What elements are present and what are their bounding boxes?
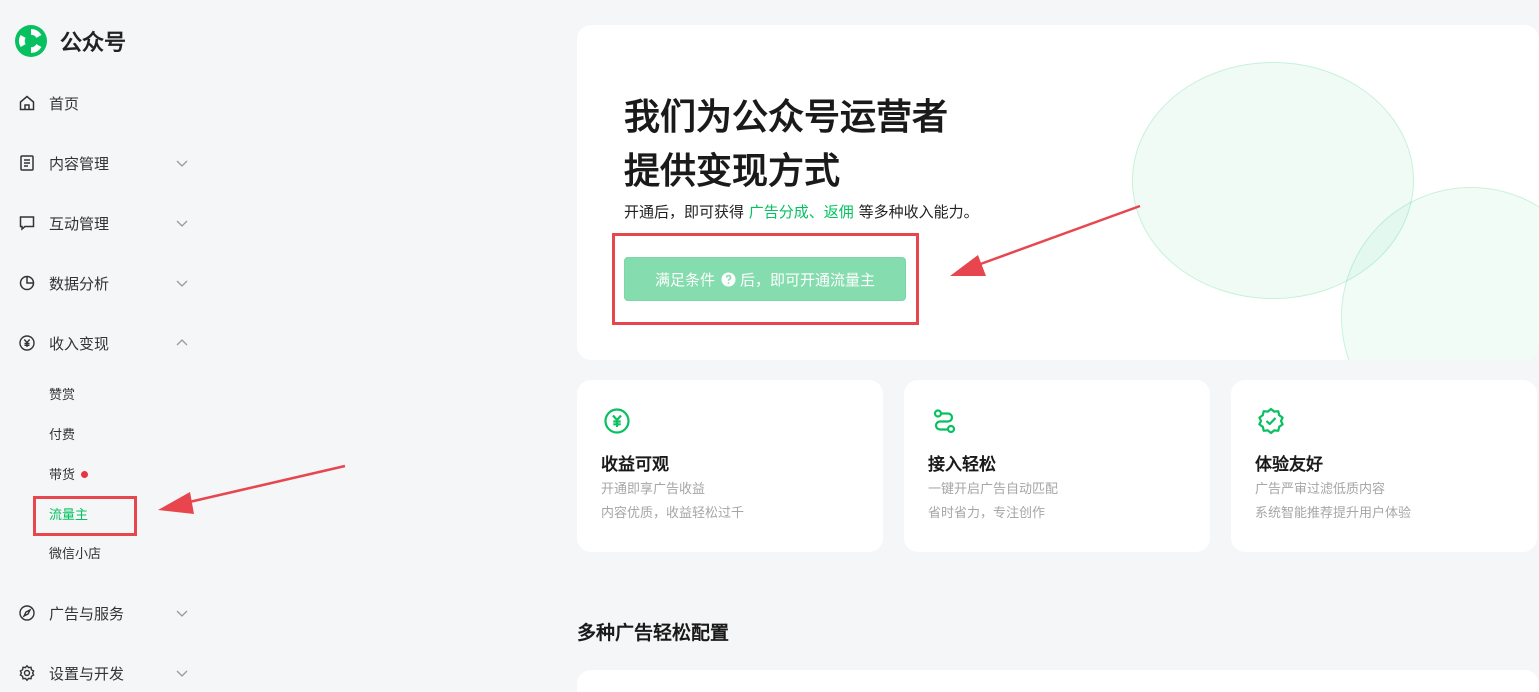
hero-description: 开通后，即可获得 广告分成、返佣 等多种收入能力。 xyxy=(624,201,979,222)
document-icon xyxy=(20,155,34,171)
feature-desc: 内容优质，收益轻松过千 xyxy=(601,506,745,521)
enable-traffic-host-button[interactable]: 满足条件 后，即可开通流量主 xyxy=(624,257,906,301)
hero-card: 我们为公众号运营者 提供变现方式 开通后，即可获得 广告分成、返佣 等多种收入能… xyxy=(577,25,1539,360)
hero-desc-highlight[interactable]: 广告分成、返佣 xyxy=(749,203,854,221)
yuan-circle-icon xyxy=(604,408,630,434)
chevron-down-icon xyxy=(176,280,188,287)
sidebar-item-label: 广告与服务 xyxy=(49,604,125,623)
feature-desc: 广告严审过滤低质内容 xyxy=(1255,482,1386,497)
chevron-down-icon xyxy=(176,220,188,227)
button-label-suffix: 后，即可开通流量主 xyxy=(740,270,876,289)
sidebar-subitem-shop[interactable]: 微信小店 xyxy=(49,545,101,565)
home-icon xyxy=(19,95,35,111)
sidebar-item-label: 设置与开发 xyxy=(49,664,125,683)
sidebar-item-analytics[interactable]: 数据分析 xyxy=(18,269,190,297)
feature-desc: 系统智能推荐提升用户体验 xyxy=(1255,506,1412,521)
sidebar-subitem-sales[interactable]: 带货 xyxy=(49,466,89,486)
ad-config-card xyxy=(577,670,1539,692)
feature-desc: 一键开启广告自动匹配 xyxy=(928,482,1059,497)
chevron-down-icon xyxy=(176,670,188,677)
sidebar-item-ads-services[interactable]: 广告与服务 xyxy=(18,599,190,627)
sidebar: 公众号 首页 内容管理 互动管理 数据分析 收入变现 赞赏 付费 带货 流量主 … xyxy=(0,0,220,692)
feature-card-easy-access: 接入轻松 一键开启广告自动匹配 省时省力，专注创作 xyxy=(904,380,1210,552)
brand[interactable]: 公众号 xyxy=(14,24,126,58)
hero-title-line: 提供变现方式 xyxy=(624,151,841,192)
feature-card-friendly: 体验友好 广告严审过滤低质内容 系统智能推荐提升用户体验 xyxy=(1231,380,1537,552)
sidebar-item-label: 数据分析 xyxy=(49,274,110,293)
sidebar-item-settings[interactable]: 设置与开发 xyxy=(18,659,190,687)
sidebar-item-label: 首页 xyxy=(49,94,80,113)
sidebar-subitem-label: 带货 xyxy=(49,468,76,483)
sidebar-item-monetization[interactable]: 收入变现 xyxy=(18,329,190,357)
question-circle-icon[interactable] xyxy=(721,272,736,287)
feature-card-revenue: 收益可观 开通即享广告收益 内容优质，收益轻松过千 xyxy=(577,380,883,552)
sidebar-subitem-label: 付费 xyxy=(49,428,76,443)
feature-desc: 开通即享广告收益 xyxy=(601,482,706,497)
chevron-down-icon xyxy=(176,610,188,617)
verified-badge-icon xyxy=(1258,407,1284,435)
sidebar-item-interaction[interactable]: 互动管理 xyxy=(18,209,190,237)
compass-icon xyxy=(19,605,35,621)
section-title: 多种广告轻松配置 xyxy=(577,622,730,644)
button-label-prefix: 满足条件 xyxy=(654,270,715,289)
hero-desc-prefix: 开通后，即可获得 xyxy=(624,203,745,221)
chevron-up-icon xyxy=(176,339,188,346)
wechat-mp-logo-icon xyxy=(15,25,47,57)
hero-desc-suffix: 等多种收入能力。 xyxy=(858,203,979,221)
brand-name: 公众号 xyxy=(60,31,127,56)
yuan-circle-icon xyxy=(19,335,35,351)
sidebar-subitem-paid[interactable]: 付费 xyxy=(49,426,75,446)
sidebar-item-label: 收入变现 xyxy=(49,334,110,353)
hero-title-line: 我们为公众号运营者 xyxy=(624,97,949,138)
sidebar-item-label: 互动管理 xyxy=(49,214,110,233)
gear-icon xyxy=(19,664,35,682)
sidebar-item-content[interactable]: 内容管理 xyxy=(18,149,190,177)
chevron-down-icon xyxy=(176,160,188,167)
sidebar-subitem-tip[interactable]: 赞赏 xyxy=(49,386,75,406)
feature-desc: 省时省力，专注创作 xyxy=(928,506,1046,521)
sidebar-item-home[interactable]: 首页 xyxy=(18,89,190,117)
annotation-highlight-box xyxy=(33,496,137,536)
sidebar-subitem-label: 微信小店 xyxy=(49,547,102,562)
route-icon xyxy=(933,409,956,434)
notification-dot xyxy=(81,471,89,478)
feature-title: 接入轻松 xyxy=(928,455,996,475)
hero-title: 我们为公众号运营者 提供变现方式 xyxy=(624,91,948,199)
feature-title: 体验友好 xyxy=(1255,455,1323,475)
pie-chart-icon xyxy=(19,275,35,291)
message-icon xyxy=(19,216,35,231)
sidebar-item-label: 内容管理 xyxy=(49,154,110,173)
feature-title: 收益可观 xyxy=(601,455,669,475)
sidebar-subitem-label: 赞赏 xyxy=(49,388,76,403)
